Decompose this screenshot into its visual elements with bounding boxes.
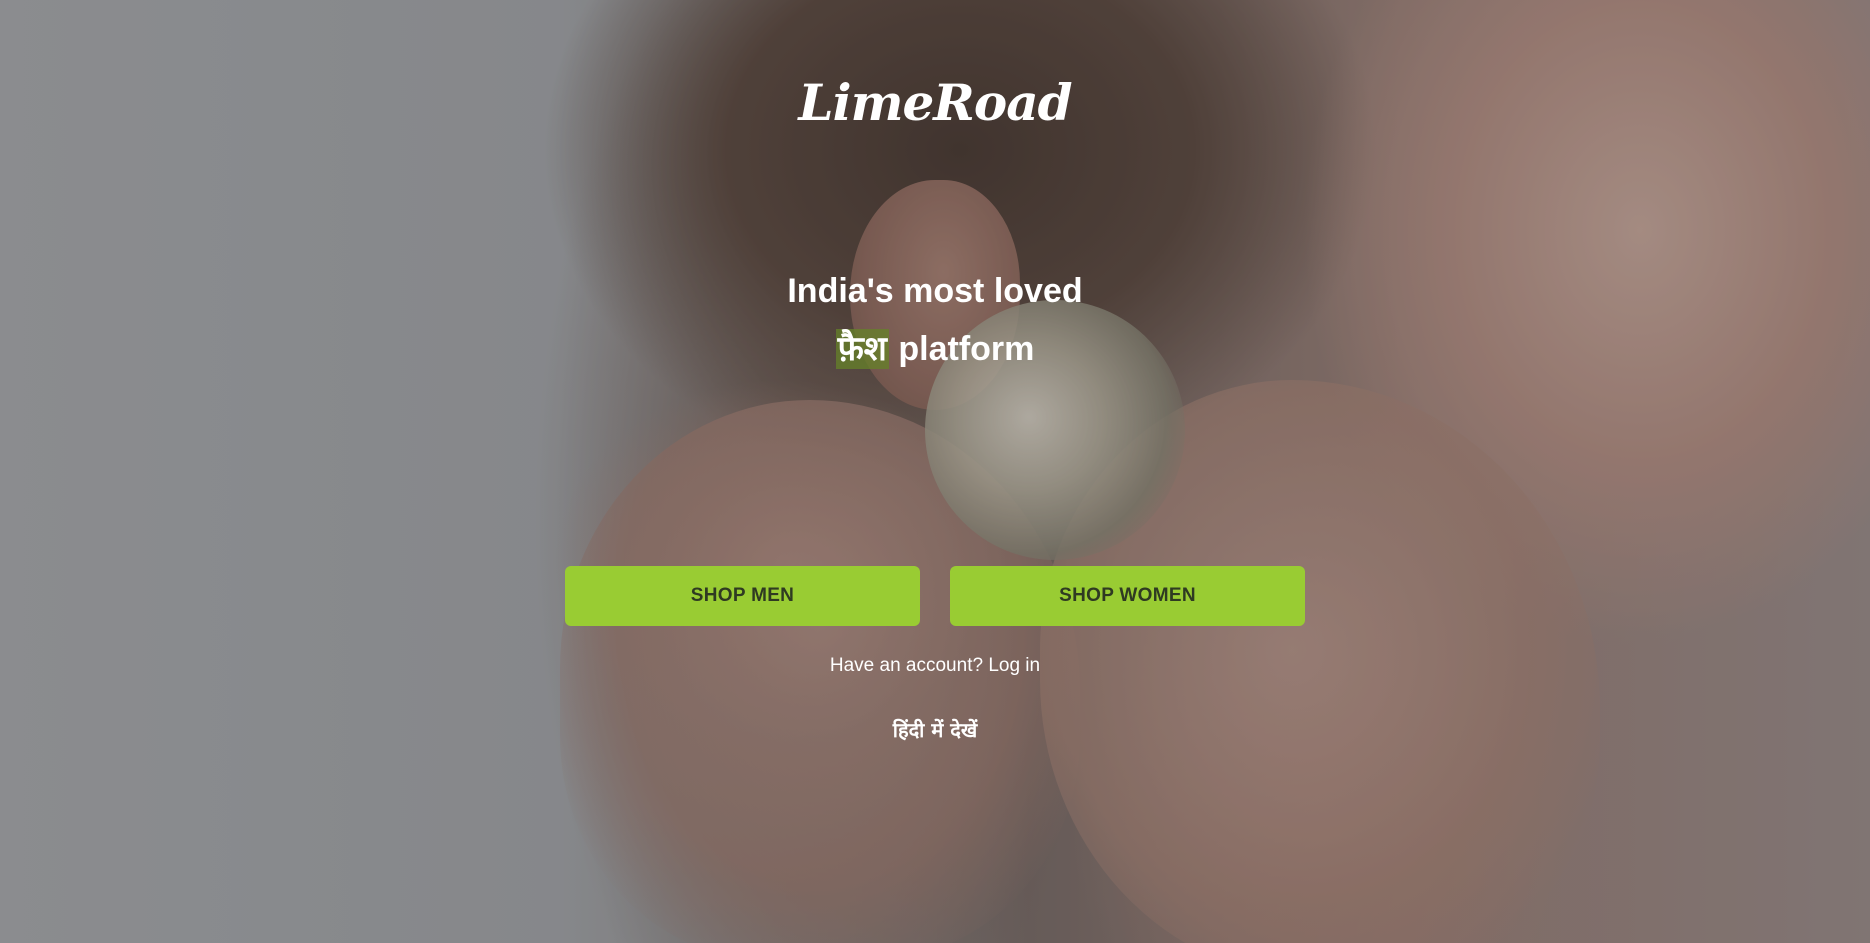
hindi-language-link[interactable]: हिंदी में देखें: [0, 716, 1870, 743]
landing-page: LimeRoad India's most loved फ़ैश platfor…: [0, 0, 1870, 943]
landing-content: LimeRoad India's most loved फ़ैश platfor…: [0, 0, 1870, 943]
login-link[interactable]: Log in: [988, 655, 1040, 676]
hero-headline: India's most loved फ़ैश platform: [0, 262, 1870, 378]
shop-men-button[interactable]: SHOP MEN: [565, 566, 920, 626]
shop-buttons: SHOP MEN SHOP WOMEN: [565, 566, 1305, 626]
shop-women-button[interactable]: SHOP WOMEN: [950, 566, 1305, 626]
login-prompt-text: Have an account?: [829, 655, 984, 676]
headline-line-1: India's most loved: [787, 272, 1083, 310]
brand-logo[interactable]: LimeRoad: [0, 78, 1870, 128]
headline-line-2: फ़ैश platform: [0, 320, 1870, 378]
headline-line-2-rest: platform: [898, 330, 1035, 368]
headline-highlight-word: फ़ैश: [835, 329, 889, 369]
login-prompt: Have an account? Log in: [0, 655, 1870, 677]
